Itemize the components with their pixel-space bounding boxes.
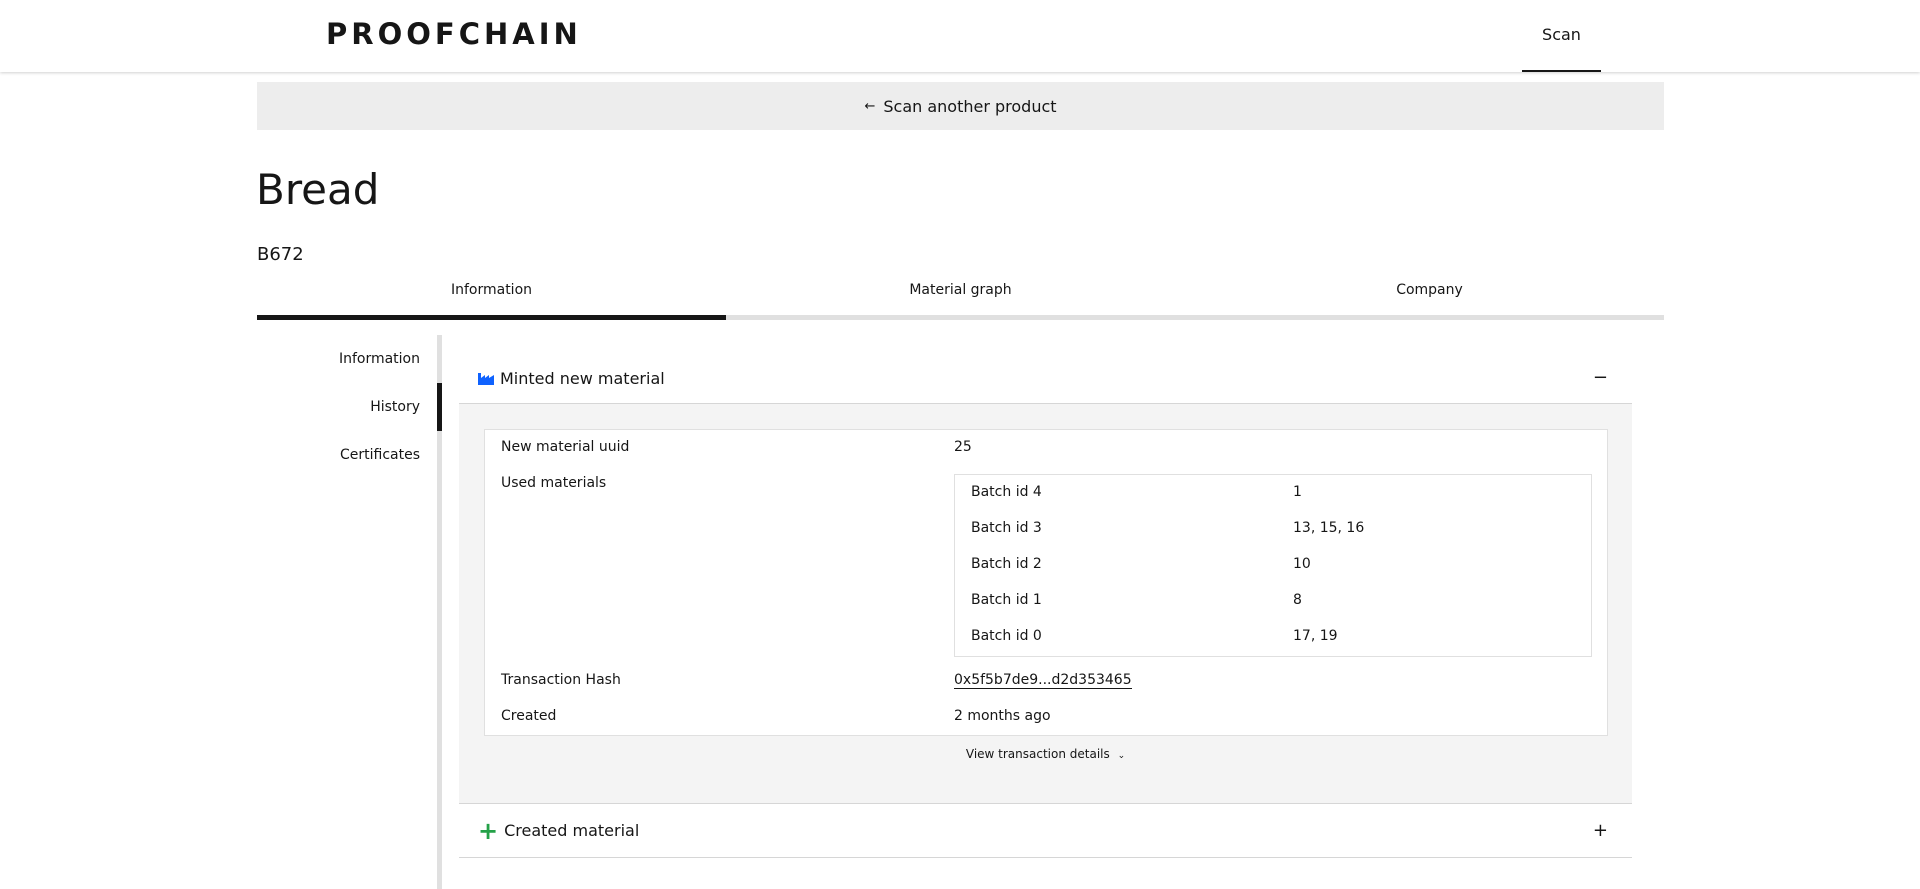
history-panel: Minted new material − New material uuid … (459, 353, 1632, 858)
new-material-uuid-value: 25 (954, 439, 972, 455)
material-ids: 13, 15, 16 (1293, 520, 1365, 536)
transaction-hash-link[interactable]: 0x5f5b7de9...d2d353465 (954, 672, 1132, 689)
chevron-down-icon: ⌄ (1117, 751, 1126, 761)
view-details-label: View transaction details (965, 747, 1110, 761)
table-row: Batch id 4 1 (955, 475, 1591, 511)
plus-icon: + (478, 816, 499, 845)
proofchain-logo[interactable]: PROOFCHAIN (326, 18, 582, 50)
new-material-uuid-label: New material uuid (501, 439, 630, 455)
side-nav-item-certificates[interactable]: Certificates (340, 431, 420, 479)
material-ids: 10 (1293, 556, 1311, 572)
batch-id: Batch id 1 (971, 592, 1042, 608)
batch-id: Batch id 4 (971, 484, 1042, 500)
top-header: PROOFCHAIN Scan Code (0, 0, 1920, 114)
tab-bar: Information Material graph Company (257, 272, 1664, 320)
factory-icon (478, 373, 494, 385)
created-label: Created (501, 708, 557, 724)
transaction-hash-container: 0x5f5b7de9...d2d353465 (954, 672, 1132, 689)
used-materials-table: Batch id 4 1 Batch id 3 13, 15, 16 Batch… (954, 474, 1592, 657)
side-nav: Information History Certificates (257, 335, 442, 889)
transaction-hash-label: Transaction Hash (501, 672, 621, 688)
side-nav-item-history[interactable]: History (370, 383, 420, 431)
table-row: Batch id 0 17, 19 (955, 619, 1591, 655)
table-row: Batch id 2 10 (955, 547, 1591, 583)
material-ids: 1 (1293, 484, 1302, 500)
scan-another-button[interactable]: ← Scan another product (257, 82, 1664, 130)
material-ids: 17, 19 (1293, 628, 1338, 644)
transaction-card: New material uuid 25 Used materials Batc… (484, 429, 1608, 736)
tab-information[interactable]: Information (257, 272, 726, 320)
tab-company[interactable]: Company (1195, 272, 1664, 320)
collapse-icon[interactable]: − (1593, 367, 1608, 388)
nav-scan-code[interactable]: Scan Code (1522, 0, 1601, 114)
material-ids: 8 (1293, 592, 1302, 608)
side-nav-item-information[interactable]: Information (339, 335, 420, 383)
created-value: 2 months ago (954, 708, 1051, 724)
accordion-created-title: Created material (504, 821, 640, 840)
side-nav-active-indicator (437, 383, 442, 431)
table-row: Batch id 3 13, 15, 16 (955, 511, 1591, 547)
arrow-left-icon: ← (864, 98, 876, 114)
accordion-minted-title: Minted new material (500, 368, 665, 388)
accordion-minted-header[interactable]: Minted new material − (459, 353, 1632, 404)
expand-icon[interactable]: + (1593, 820, 1608, 841)
view-transaction-details-button[interactable]: View transaction details ⌄ (459, 747, 1632, 761)
batch-id: Batch id 0 (971, 628, 1042, 644)
product-code: B672 (257, 244, 304, 265)
tab-material-graph[interactable]: Material graph (726, 272, 1195, 320)
accordion-minted-body: New material uuid 25 Used materials Batc… (459, 404, 1632, 804)
batch-id: Batch id 2 (971, 556, 1042, 572)
scan-another-label: Scan another product (883, 96, 1057, 116)
batch-id: Batch id 3 (971, 520, 1042, 536)
table-row: Batch id 1 8 (955, 583, 1591, 619)
product-title: Bread (256, 165, 380, 214)
used-materials-label: Used materials (501, 475, 607, 491)
accordion-created-header[interactable]: + Created material + (459, 804, 1632, 858)
